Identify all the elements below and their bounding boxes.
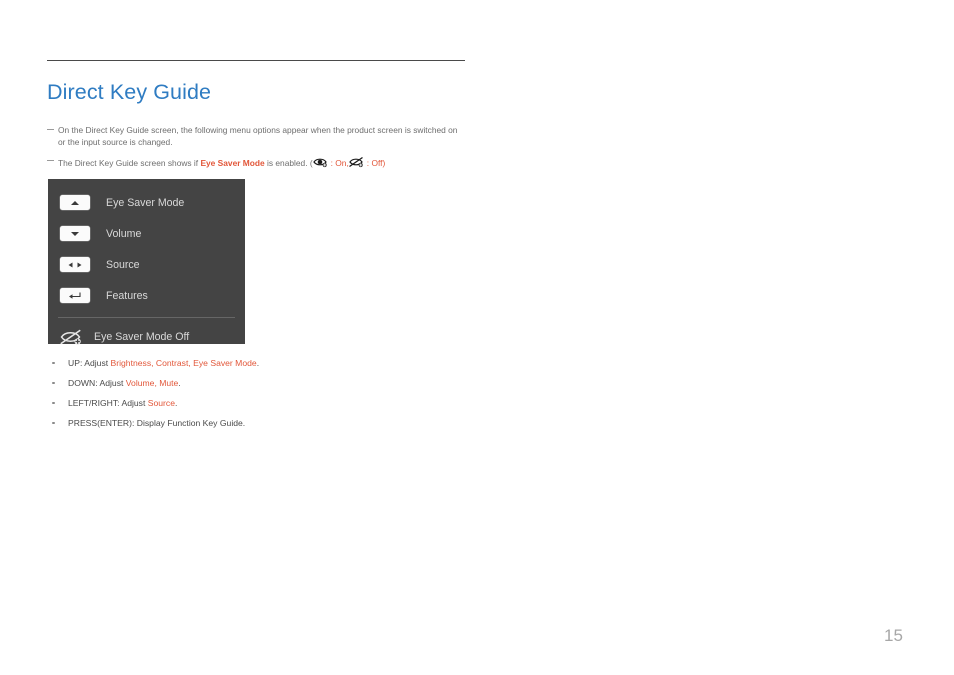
note-item: On the Direct Key Guide screen, the foll…	[47, 125, 467, 148]
arrow-left-right-key-icon[interactable]	[60, 257, 90, 272]
eye-on-inline-group: : On,	[312, 156, 349, 172]
osd-row-eye-saver-mode[interactable]: Eye Saver Mode	[48, 187, 245, 218]
direct-key-guide-panel: Eye Saver Mode Volume Source Features Ey…	[48, 179, 245, 345]
note-text: The Direct Key Guide screen shows if	[58, 157, 201, 168]
osd-status-label: Eye Saver Mode Off	[94, 331, 190, 343]
osd-row-label: Source	[106, 258, 140, 271]
osd-separator	[58, 317, 235, 318]
list-item: UP: Adjust Brightness, Contrast, Eye Sav…	[47, 357, 467, 369]
arrow-up-key-icon[interactable]	[60, 195, 90, 210]
osd-row-label: Features	[106, 289, 148, 302]
osd-row-label: Volume	[106, 227, 142, 240]
note-dash-icon	[47, 128, 54, 130]
bullet-accent: Brightness, Contrast, Eye Saver Mode	[110, 358, 257, 368]
bullet-prefix: DOWN: Adjust	[68, 378, 126, 388]
bullet-prefix: PRESS(ENTER): Display Function Key Guide…	[68, 418, 246, 428]
bullet-suffix: .	[175, 398, 178, 408]
eye-off-label: : Off)	[366, 158, 386, 168]
bullet-suffix: .	[256, 358, 260, 368]
note-text-after: is enabled. (	[264, 157, 313, 168]
bullet-prefix: LEFT/RIGHT: Adjust	[68, 398, 148, 408]
osd-row-label: Eye Saver Mode	[106, 196, 185, 209]
document-page: Direct Key Guide On the Direct Key Guide…	[0, 0, 954, 675]
bullet-dot-icon	[52, 421, 55, 425]
eye-on-icon	[312, 156, 329, 172]
enter-key-icon[interactable]	[60, 288, 90, 303]
bullet-dot-icon	[52, 361, 55, 365]
bullet-dot-icon	[52, 381, 55, 385]
eye-off-icon	[348, 156, 365, 172]
header-divider	[47, 60, 465, 61]
page-title: Direct Key Guide	[47, 80, 212, 104]
bullet-dot-icon	[52, 401, 55, 405]
note-item: The Direct Key Guide screen shows if Eye…	[47, 156, 467, 172]
notes-block: On the Direct Key Guide screen, the foll…	[47, 125, 467, 180]
key-function-list: UP: Adjust Brightness, Contrast, Eye Sav…	[47, 357, 467, 437]
bullet-accent: Volume, Mute	[125, 378, 179, 388]
eye-off-icon	[59, 328, 85, 346]
list-item: LEFT/RIGHT: Adjust Source.	[47, 397, 467, 409]
page-number: 15	[884, 626, 903, 645]
bullet-prefix: UP: Adjust	[68, 358, 111, 368]
eye-off-inline-group: : Off)	[348, 156, 386, 172]
bullet-suffix: .	[178, 378, 181, 388]
bullet-accent: Source	[147, 398, 175, 408]
note-emphasis: Eye Saver Mode	[200, 157, 265, 168]
note-text: On the Direct Key Guide screen, the foll…	[58, 125, 458, 147]
osd-row-features[interactable]: Features	[48, 280, 245, 311]
osd-row-list: Eye Saver Mode Volume Source Features	[48, 179, 245, 311]
osd-status-row: Eye Saver Mode Off	[48, 321, 245, 353]
osd-row-volume[interactable]: Volume	[48, 218, 245, 249]
osd-row-source[interactable]: Source	[48, 249, 245, 280]
list-item: DOWN: Adjust Volume, Mute.	[47, 377, 467, 389]
eye-on-label: : On,	[330, 158, 349, 168]
arrow-down-key-icon[interactable]	[60, 226, 90, 241]
note-dash-icon	[47, 159, 54, 161]
list-item: PRESS(ENTER): Display Function Key Guide…	[47, 417, 467, 429]
